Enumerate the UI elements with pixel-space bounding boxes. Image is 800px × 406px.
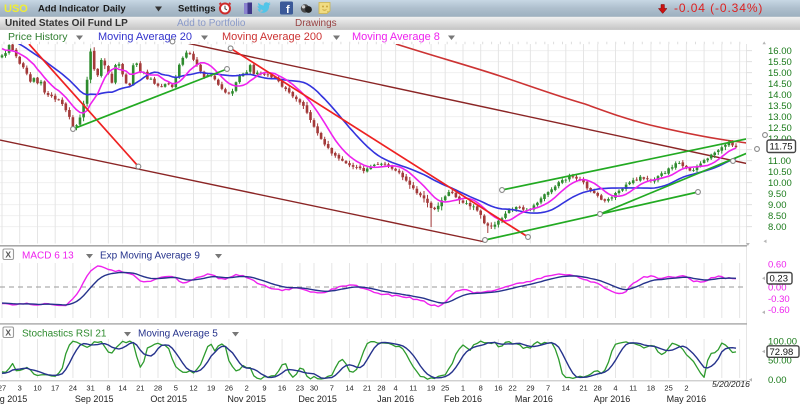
svg-text:26: 26 (225, 384, 233, 393)
svg-text:15.50: 15.50 (768, 57, 792, 68)
svg-text:United States Oil Fund LP: United States Oil Fund LP (5, 18, 128, 29)
svg-text:8.50: 8.50 (768, 211, 787, 222)
svg-text:16: 16 (278, 384, 286, 393)
svg-text:0.00: 0.00 (768, 375, 787, 386)
svg-text:14: 14 (345, 384, 353, 393)
svg-text:10.00: 10.00 (768, 178, 792, 189)
svg-text:Moving Average 200: Moving Average 200 (222, 31, 322, 43)
svg-text:23: 23 (296, 384, 304, 393)
svg-text:10.50: 10.50 (768, 167, 792, 178)
svg-text:8: 8 (479, 384, 483, 393)
svg-text:f: f (286, 4, 290, 16)
svg-text:Feb 2016: Feb 2016 (444, 394, 482, 404)
svg-text:17: 17 (51, 384, 59, 393)
svg-text:Moving Average 5: Moving Average 5 (138, 329, 218, 340)
svg-text:5/20/2016: 5/20/2016 (712, 379, 750, 389)
svg-text:16.00: 16.00 (768, 46, 792, 57)
svg-text:Add to Portfolio: Add to Portfolio (177, 18, 246, 29)
svg-text:28: 28 (377, 384, 385, 393)
svg-text:72.98: 72.98 (770, 347, 794, 358)
svg-text:5: 5 (174, 384, 178, 393)
svg-text:14.50: 14.50 (768, 79, 792, 90)
svg-text:24: 24 (69, 384, 77, 393)
svg-text:Oct 2015: Oct 2015 (150, 394, 187, 404)
svg-text:31: 31 (86, 384, 94, 393)
svg-text:8.00: 8.00 (768, 222, 787, 233)
svg-text:19: 19 (427, 384, 435, 393)
svg-text:11.00: 11.00 (768, 156, 791, 167)
svg-text:0.23: 0.23 (770, 274, 789, 285)
svg-text:21: 21 (579, 384, 587, 393)
svg-text:Settings: Settings (178, 4, 215, 15)
svg-text:27: 27 (0, 384, 6, 393)
svg-text:22: 22 (508, 384, 516, 393)
svg-text:13.50: 13.50 (768, 101, 792, 112)
svg-text:X: X (5, 250, 11, 260)
svg-text:0.60: 0.60 (768, 260, 787, 271)
svg-text:9.00: 9.00 (768, 200, 787, 211)
svg-text:Mar 2016: Mar 2016 (515, 394, 553, 404)
svg-text:1: 1 (461, 384, 465, 393)
svg-text:21: 21 (136, 384, 144, 393)
svg-text:15.00: 15.00 (768, 68, 792, 79)
svg-text:3: 3 (18, 384, 22, 393)
svg-text:16: 16 (494, 384, 502, 393)
svg-text:X: X (5, 328, 11, 338)
svg-text:Add Indicator: Add Indicator (38, 4, 100, 15)
svg-text:14.00: 14.00 (768, 90, 792, 101)
svg-text:13.00: 13.00 (768, 112, 792, 123)
svg-text:Aug 2015: Aug 2015 (0, 394, 27, 404)
svg-text:Sep 2015: Sep 2015 (75, 394, 114, 404)
svg-text:28: 28 (154, 384, 162, 393)
svg-text:Dec 2015: Dec 2015 (298, 394, 337, 404)
svg-text:11: 11 (629, 384, 637, 393)
svg-text:-0.04 (-0.34%): -0.04 (-0.34%) (674, 1, 763, 15)
svg-text:Price History: Price History (8, 31, 68, 43)
svg-text:Apr 2016: Apr 2016 (594, 394, 631, 404)
svg-text:12: 12 (189, 384, 197, 393)
svg-text:2: 2 (245, 384, 249, 393)
svg-text:9.50: 9.50 (768, 189, 787, 200)
svg-text:25: 25 (441, 384, 449, 393)
svg-text:25: 25 (664, 384, 672, 393)
svg-text:14: 14 (562, 384, 570, 393)
svg-text:Stochastics RSI 21: Stochastics RSI 21 (22, 329, 107, 340)
svg-text:21: 21 (363, 384, 371, 393)
svg-text:7: 7 (546, 384, 550, 393)
svg-text:Jan 2016: Jan 2016 (377, 394, 414, 404)
svg-text:4: 4 (394, 384, 398, 393)
svg-text:Drawings: Drawings (295, 18, 337, 29)
svg-text:30: 30 (310, 384, 318, 393)
svg-text:2: 2 (684, 384, 688, 393)
svg-text:USO: USO (4, 3, 28, 15)
svg-text:MACD 6 13: MACD 6 13 (22, 251, 74, 262)
svg-text:Nov 2015: Nov 2015 (227, 394, 266, 404)
svg-text:9: 9 (262, 384, 266, 393)
svg-text:8: 8 (106, 384, 110, 393)
svg-text:19: 19 (207, 384, 215, 393)
svg-text:Daily: Daily (103, 4, 126, 15)
svg-text:4: 4 (613, 384, 617, 393)
svg-text:May 2016: May 2016 (667, 394, 707, 404)
svg-text:-0.30: -0.30 (768, 294, 790, 305)
svg-text:-0.60: -0.60 (768, 305, 790, 316)
svg-text:7: 7 (330, 384, 334, 393)
svg-text:28: 28 (594, 384, 602, 393)
svg-text:11: 11 (409, 384, 417, 393)
svg-text:10: 10 (33, 384, 41, 393)
svg-text:Moving Average 8: Moving Average 8 (352, 31, 440, 43)
svg-text:29: 29 (526, 384, 534, 393)
svg-text:12.50: 12.50 (768, 123, 792, 134)
svg-text:Exp Moving Average 9: Exp Moving Average 9 (100, 251, 200, 262)
svg-text:11.75: 11.75 (770, 142, 793, 153)
svg-text:Moving Average 20: Moving Average 20 (98, 31, 192, 43)
svg-text:18: 18 (647, 384, 655, 393)
svg-text:14: 14 (118, 384, 126, 393)
